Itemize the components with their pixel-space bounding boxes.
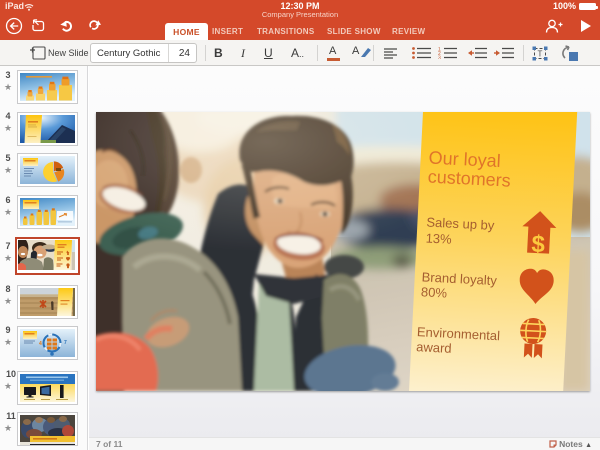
svg-text:3: 3: [438, 56, 441, 60]
svg-text:customers: customers: [427, 167, 511, 191]
svg-text:8: 8: [5, 284, 10, 294]
svg-text:★: ★: [4, 296, 12, 306]
svg-text:13%: 13%: [425, 230, 452, 246]
svg-text:5: 5: [5, 153, 10, 163]
svg-text:T: T: [538, 50, 543, 59]
svg-text:80%: 80%: [421, 284, 448, 300]
svg-text:4: 4: [39, 341, 42, 347]
svg-text:★: ★: [4, 207, 12, 217]
svg-text:★: ★: [4, 82, 12, 92]
svg-text:★: ★: [4, 123, 12, 133]
svg-text:4: 4: [5, 111, 10, 121]
svg-text:7: 7: [5, 241, 10, 251]
svg-text:$: $: [531, 231, 546, 259]
svg-text:11: 11: [6, 411, 16, 421]
svg-text:★: ★: [4, 423, 12, 433]
svg-text:★: ★: [4, 381, 12, 391]
svg-text:★: ★: [4, 337, 12, 347]
svg-text:9: 9: [5, 325, 10, 335]
svg-text:6: 6: [5, 195, 10, 205]
svg-text:7: 7: [64, 340, 67, 346]
svg-text:★: ★: [4, 253, 12, 263]
svg-text:10: 10: [6, 369, 16, 379]
svg-text:3: 3: [5, 70, 10, 80]
svg-text:★: ★: [4, 165, 12, 175]
svg-text:award: award: [416, 339, 452, 356]
